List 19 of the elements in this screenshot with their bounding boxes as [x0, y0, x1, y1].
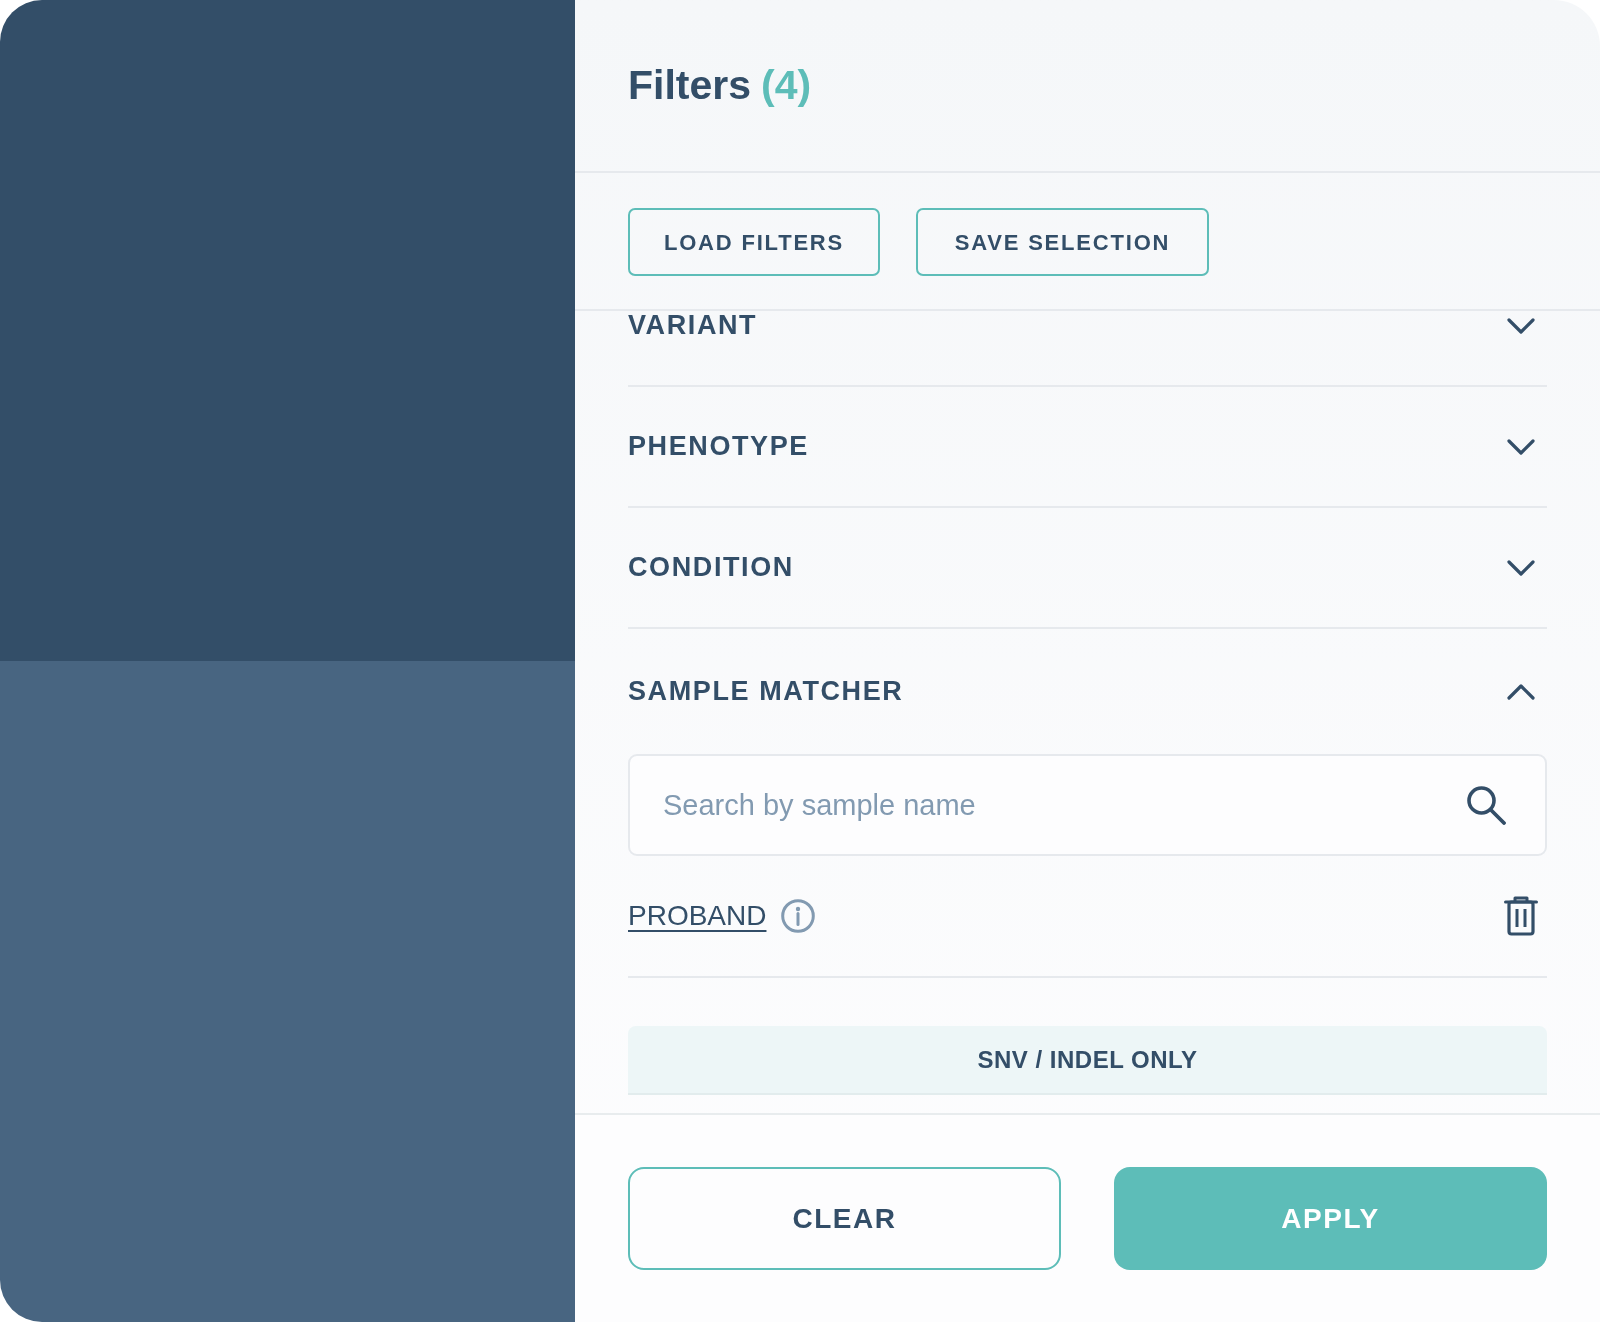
panel-title: Filters [628, 65, 752, 106]
save-selection-button[interactable]: SAVE SELECTION [916, 208, 1209, 276]
snv-indel-button[interactable]: SNV / INDEL ONLY [628, 1026, 1547, 1095]
section-label[interactable]: VARIANT [628, 312, 758, 339]
chevron-down-icon[interactable] [1507, 559, 1535, 576]
chevron-down-icon[interactable] [1507, 317, 1535, 334]
sample-link[interactable]: PROBAND [628, 902, 767, 930]
section-label[interactable]: SAMPLE MATCHER [628, 678, 904, 705]
info-icon[interactable] [781, 899, 816, 933]
section-label[interactable]: PHENOTYPE [628, 433, 809, 460]
load-filters-button[interactable]: LOAD FILTERS [628, 208, 880, 276]
search-field[interactable]: Search by sample name [628, 754, 1547, 856]
chevron-up-icon[interactable] [1507, 683, 1535, 700]
trash-icon[interactable] [1504, 896, 1538, 936]
chevron-down-icon[interactable] [1507, 438, 1535, 455]
section-label[interactable]: CONDITION [628, 554, 794, 581]
filter-count: (4) [761, 65, 812, 106]
search-icon[interactable] [1466, 785, 1506, 825]
clear-button[interactable]: CLEAR [628, 1167, 1061, 1270]
